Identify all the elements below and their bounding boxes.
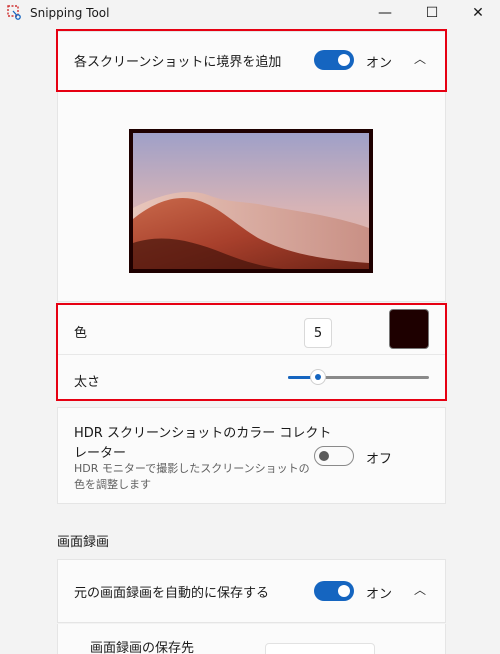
width-slider-thumb[interactable] xyxy=(309,369,326,385)
maximize-button[interactable]: ☐ xyxy=(409,0,455,26)
border-preview xyxy=(129,129,373,273)
divider xyxy=(58,354,445,355)
window-title: Snipping Tool xyxy=(30,6,110,20)
save-location-label: 画面録画の保存先 xyxy=(90,641,195,654)
color-label: 色 xyxy=(74,326,88,341)
hdr-label-line2: レーター xyxy=(74,446,127,461)
border-setting-label: 各スクリーンショットに境界を追加 xyxy=(74,55,282,70)
hdr-toggle-state: オフ xyxy=(366,452,393,467)
title-bar: Snipping Tool — ☐ ✕ xyxy=(0,0,500,26)
width-label: 太さ xyxy=(74,375,101,390)
section-title-recording: 画面録画 xyxy=(57,535,110,550)
autosave-label: 元の画面録画を自動的に保存する xyxy=(74,586,270,601)
border-toggle[interactable] xyxy=(314,50,354,70)
hdr-label-line1: HDR スクリーンショットのカラー コレクト xyxy=(74,426,332,441)
hdr-toggle[interactable] xyxy=(314,446,354,466)
close-button[interactable]: ✕ xyxy=(455,0,500,26)
hdr-description-line1: HDR モニターで撮影したスクリーンショットの xyxy=(74,462,310,475)
autosave-toggle-state: オン xyxy=(366,587,393,602)
chevron-up-icon[interactable]: ︿ xyxy=(414,581,426,598)
save-location-field[interactable] xyxy=(265,643,375,654)
hdr-description-line2: 色を調整します xyxy=(74,478,151,491)
thickness-value[interactable]: 5 xyxy=(304,318,332,348)
desert-landscape-image xyxy=(133,133,369,269)
border-toggle-state: オン xyxy=(366,56,393,71)
border-color-swatch[interactable] xyxy=(389,309,429,349)
snipping-tool-icon xyxy=(7,5,21,20)
preview-image xyxy=(133,133,369,269)
minimize-button[interactable]: — xyxy=(362,0,408,26)
autosave-toggle[interactable] xyxy=(314,581,354,601)
chevron-up-icon[interactable]: ︿ xyxy=(414,50,426,67)
border-style-panel xyxy=(57,303,446,401)
